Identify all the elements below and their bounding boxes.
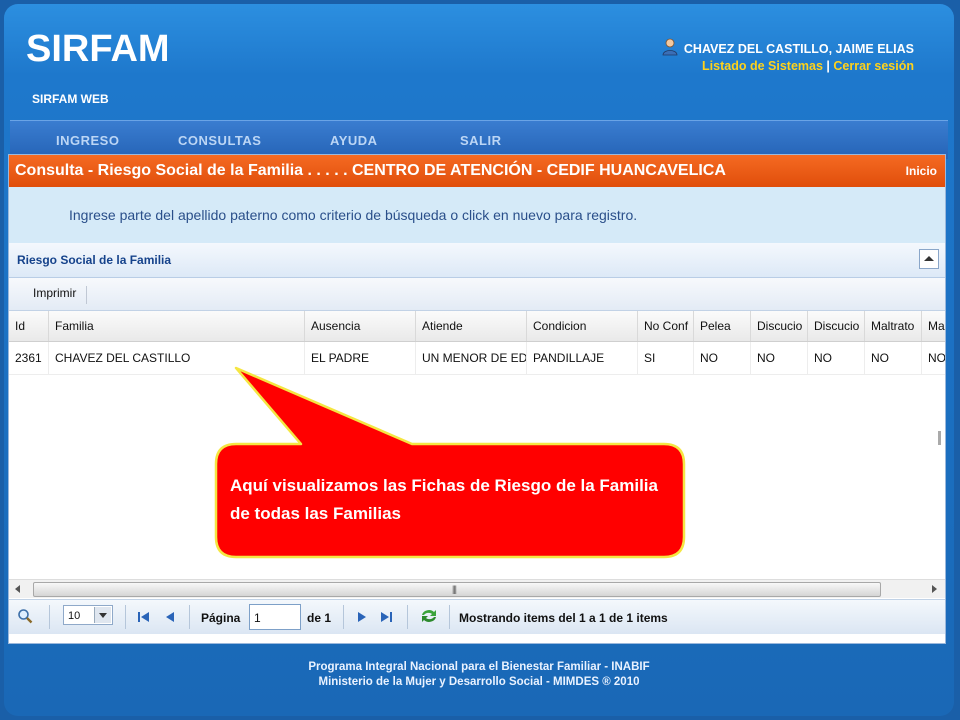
page-label: Página bbox=[201, 611, 241, 625]
page-title: Consulta - Riesgo Social de la Familia .… bbox=[15, 162, 726, 179]
cell-condicion: PANDILLAJE bbox=[527, 342, 638, 374]
app-logo: SIRFAM bbox=[26, 28, 170, 70]
footer-line-2: Ministerio de la Mujer y Desarrollo Soci… bbox=[318, 676, 640, 688]
grid-header: Riesgo Social de la Familia bbox=[9, 243, 945, 278]
page-total-label: de 1 bbox=[307, 611, 332, 625]
grid-title: Riesgo Social de la Familia bbox=[17, 253, 172, 267]
column-header-row: Id Familia Ausencia Atiende Condicion No… bbox=[9, 311, 945, 342]
col-discucion-1[interactable]: Discucio bbox=[751, 311, 808, 341]
scroll-left-icon[interactable] bbox=[15, 585, 20, 593]
col-ausencia[interactable]: Ausencia bbox=[305, 311, 416, 341]
chevron-down-icon[interactable] bbox=[94, 607, 111, 623]
app-subtitle: SIRFAM WEB bbox=[32, 92, 109, 106]
cell-discucion-1: NO bbox=[751, 342, 808, 374]
user-name: CHAVEZ DEL CASTILLO, JAIME ELIAS bbox=[683, 42, 914, 56]
user-panel: CHAVEZ DEL CASTILLO, JAIME ELIAS Listado… bbox=[662, 38, 914, 73]
cell-maltrato: NO bbox=[865, 342, 922, 374]
instruction-text: Ingrese parte del apellido paterno como … bbox=[69, 207, 638, 223]
horizontal-scrollbar[interactable]: ||| bbox=[9, 579, 945, 598]
user-icon bbox=[662, 38, 678, 56]
cell-no-conf: SI bbox=[638, 342, 694, 374]
callout-text: Aquí visualizamos las Fichas de Riesgo d… bbox=[230, 476, 658, 523]
pager-separator bbox=[407, 605, 408, 629]
col-ma[interactable]: Ma bbox=[922, 311, 945, 341]
last-page-icon[interactable] bbox=[379, 610, 393, 624]
print-button[interactable]: Imprimir bbox=[33, 286, 88, 304]
grid-toolbar: Imprimir bbox=[9, 278, 945, 311]
search-icon[interactable] bbox=[17, 608, 33, 624]
refresh-icon[interactable] bbox=[419, 607, 439, 625]
page-title-bar: Consulta - Riesgo Social de la Familia .… bbox=[9, 155, 945, 187]
cell-familia: CHAVEZ DEL CASTILLO bbox=[49, 342, 305, 374]
scroll-right-icon[interactable] bbox=[932, 585, 937, 593]
page-size-select[interactable]: 10 bbox=[63, 605, 113, 625]
scroll-thumb[interactable]: ||| bbox=[33, 582, 881, 597]
content-panel: Consulta - Riesgo Social de la Familia .… bbox=[8, 154, 946, 644]
col-id[interactable]: Id bbox=[9, 311, 49, 341]
first-page-icon[interactable] bbox=[137, 610, 151, 624]
col-familia[interactable]: Familia bbox=[49, 311, 305, 341]
systems-list-link[interactable]: Listado de Sistemas bbox=[702, 59, 823, 73]
pager-separator bbox=[189, 605, 190, 629]
pager-status: Mostrando items del 1 a 1 de 1 items bbox=[459, 611, 668, 625]
next-page-icon[interactable] bbox=[355, 610, 369, 624]
pager-separator bbox=[125, 605, 126, 629]
home-link[interactable]: Inicio bbox=[906, 155, 937, 187]
cell-ausencia: EL PADRE bbox=[305, 342, 416, 374]
col-condicion[interactable]: Condicion bbox=[527, 311, 638, 341]
pager-separator bbox=[49, 605, 50, 629]
page-size-value: 10 bbox=[68, 610, 81, 622]
cell-pelea: NO bbox=[694, 342, 751, 374]
menu-salir[interactable]: SALIR bbox=[460, 133, 502, 148]
footer-line-1: Programa Integral Nacional para el Biene… bbox=[308, 661, 650, 673]
link-separator: | bbox=[826, 59, 830, 73]
pager-separator bbox=[343, 605, 344, 629]
pager-bar: 10 Página 1 de 1 Mostrando items del 1 a… bbox=[9, 599, 945, 634]
menu-consultas[interactable]: CONSULTAS bbox=[178, 133, 261, 148]
table-row[interactable]: 2361 CHAVEZ DEL CASTILLO EL PADRE UN MEN… bbox=[9, 342, 945, 375]
previous-page-icon[interactable] bbox=[163, 610, 177, 624]
cell-atiende: UN MENOR DE ED bbox=[416, 342, 527, 374]
col-no-conf[interactable]: No Conf bbox=[638, 311, 694, 341]
collapse-button[interactable] bbox=[919, 249, 939, 269]
cell-ma: NO bbox=[928, 351, 945, 365]
pager-separator bbox=[449, 605, 450, 629]
user-links: Listado de Sistemas | Cerrar sesión bbox=[684, 59, 914, 73]
vertical-scroll-grip[interactable] bbox=[938, 431, 941, 445]
instruction-box: Ingrese parte del apellido paterno como … bbox=[9, 187, 945, 244]
cell-id: 2361 bbox=[9, 342, 49, 374]
app-frame: SIRFAM SIRFAM WEB CHAVEZ DEL CASTILLO, J… bbox=[4, 4, 954, 716]
col-atiende[interactable]: Atiende bbox=[416, 311, 527, 341]
page-number-input[interactable]: 1 bbox=[249, 604, 301, 630]
logout-link[interactable]: Cerrar sesión bbox=[833, 59, 914, 73]
col-maltrato[interactable]: Maltrato bbox=[865, 311, 922, 341]
col-discucion-2[interactable]: Discucio bbox=[808, 311, 865, 341]
col-pelea[interactable]: Pelea bbox=[694, 311, 751, 341]
menu-ayuda[interactable]: AYUDA bbox=[330, 133, 378, 148]
footer: Programa Integral Nacional para el Biene… bbox=[4, 660, 954, 690]
scroll-grip-icon: ||| bbox=[452, 584, 457, 594]
cell-discucion-2: NO bbox=[808, 342, 865, 374]
menu-ingreso[interactable]: INGRESO bbox=[56, 133, 119, 148]
